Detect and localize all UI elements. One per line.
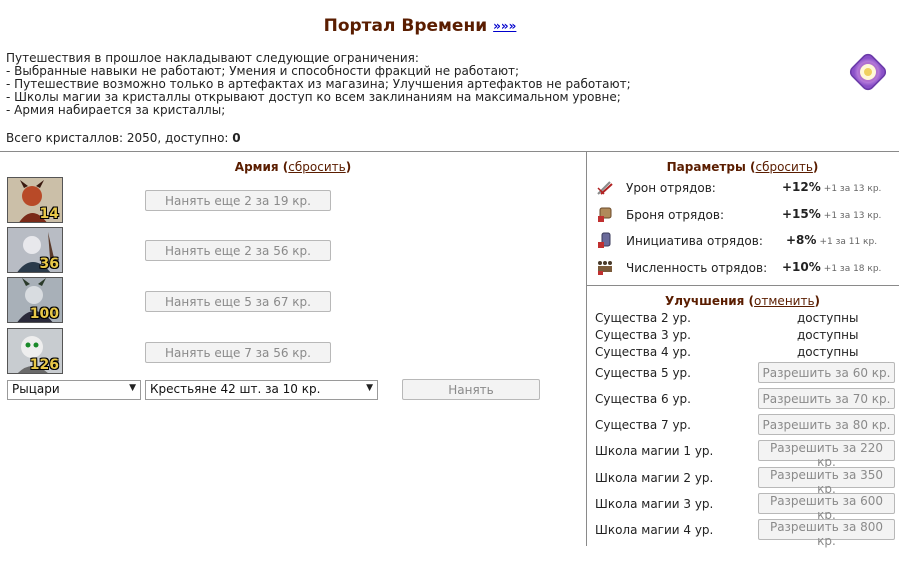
param-value: +8% +1 за 11 кр. xyxy=(786,233,877,247)
param-value-text: +8% xyxy=(786,233,817,247)
upgrade-label: Школа магии 2 ур. xyxy=(595,471,714,485)
upgrade-status: доступны xyxy=(797,328,859,342)
hire-more-button[interactable]: Нанять еще 2 за 19 кр. xyxy=(145,190,331,211)
param-value: +10% +1 за 18 кр. xyxy=(782,260,881,274)
faction-select-value: Рыцари xyxy=(12,382,60,396)
unit-portrait: 126 xyxy=(7,328,63,374)
unlock-button[interactable]: Разрешить за 70 кр. xyxy=(758,388,895,409)
army-reset-link[interactable]: сбросить xyxy=(288,160,345,174)
param-value: +15% +1 за 13 кр. xyxy=(782,207,881,221)
upgrade-label: Школа магии 1 ур. xyxy=(595,444,714,458)
unit-level: 14 xyxy=(39,206,59,222)
armor-icon xyxy=(598,207,612,222)
param-value-text: +12% xyxy=(782,180,821,194)
intro-text: Путешествия в прошлое накладывают следую… xyxy=(6,52,631,117)
army-title: Армия (сбросить) xyxy=(234,160,352,174)
params-title: Параметры (сбросить) xyxy=(666,160,819,174)
hire-more-button[interactable]: Нанять еще 5 за 67 кр. xyxy=(145,291,331,312)
count-icon xyxy=(598,261,612,275)
divider xyxy=(586,151,587,546)
upgrade-label: Существа 7 ур. xyxy=(595,418,691,432)
upgrade-label: Существа 5 ур. xyxy=(595,366,691,380)
upgrade-label: Школа магии 4 ур. xyxy=(595,523,714,537)
upgrades-cancel-link[interactable]: отменить xyxy=(754,294,814,308)
divider xyxy=(586,285,899,286)
title-link[interactable]: »»» xyxy=(493,19,516,33)
creature-select[interactable]: Крестьяне 42 шт. за 10 кр. ▼ xyxy=(145,380,378,400)
unit-level: 126 xyxy=(29,357,59,373)
unit-portrait: 36 xyxy=(7,227,63,273)
param-note: +1 за 18 кр. xyxy=(823,264,882,274)
crystals-summary: Всего кристаллов: 2050, доступно: 0 xyxy=(6,131,241,145)
unlock-button[interactable]: Разрешить за 350 кр. xyxy=(758,467,895,496)
upgrades-title: Улучшения (отменить) xyxy=(664,294,821,308)
portal-icon xyxy=(849,53,887,91)
upgrades-title-text: Улучшения xyxy=(664,294,745,308)
param-value-text: +10% xyxy=(782,260,821,274)
intro-line: - Армия набирается за кристаллы; xyxy=(6,103,226,117)
army-title-text: Армия xyxy=(234,160,279,174)
unlock-button[interactable]: Разрешить за 60 кр. xyxy=(758,362,895,383)
unit-level: 36 xyxy=(39,256,59,272)
unlock-button[interactable]: Разрешить за 80 кр. xyxy=(758,414,895,435)
upgrade-label: Существа 3 ур. xyxy=(595,328,691,342)
param-value-text: +15% xyxy=(782,207,821,221)
unit-level: 100 xyxy=(29,306,59,322)
param-label: Броня отрядов: xyxy=(626,208,724,222)
damage-icon xyxy=(597,181,613,195)
params-reset-link[interactable]: сбросить xyxy=(755,160,812,174)
upgrade-label: Существа 6 ур. xyxy=(595,392,691,406)
param-note: +1 за 11 кр. xyxy=(819,237,878,247)
initiative-icon xyxy=(598,232,611,248)
params-title-text: Параметры xyxy=(666,160,746,174)
chevron-down-icon: ▼ xyxy=(129,383,136,393)
upgrade-label: Существа 2 ур. xyxy=(595,311,691,325)
upgrade-label: Существа 4 ур. xyxy=(595,345,691,359)
hire-more-button[interactable]: Нанять еще 7 за 56 кр. xyxy=(145,342,331,363)
unlock-button[interactable]: Разрешить за 220 кр. xyxy=(758,440,895,469)
param-note: +1 за 13 кр. xyxy=(823,184,882,194)
unlock-button[interactable]: Разрешить за 600 кр. xyxy=(758,493,895,522)
hire-button[interactable]: Нанять xyxy=(402,379,540,400)
param-label: Инициатива отрядов: xyxy=(626,234,763,248)
page-title-text: Портал Времени xyxy=(323,16,488,36)
creature-select-value: Крестьяне 42 шт. за 10 кр. xyxy=(150,382,321,396)
crystals-text: Всего кристаллов: 2050, доступно: xyxy=(6,131,233,145)
divider xyxy=(0,151,899,152)
unlock-button[interactable]: Разрешить за 800 кр. xyxy=(758,519,895,548)
unit-portrait: 14 xyxy=(7,177,63,223)
upgrade-status: доступны xyxy=(797,345,859,359)
page-title: Портал Времени »»» xyxy=(0,16,840,36)
faction-select[interactable]: Рыцари ▼ xyxy=(7,380,141,400)
crystals-available: 0 xyxy=(232,131,241,145)
param-note: +1 за 13 кр. xyxy=(823,211,882,221)
unit-portrait: 100 xyxy=(7,277,63,323)
param-label: Урон отрядов: xyxy=(626,181,716,195)
hire-more-button[interactable]: Нанять еще 2 за 56 кр. xyxy=(145,240,331,261)
param-label: Численность отрядов: xyxy=(626,261,768,275)
param-value: +12% +1 за 13 кр. xyxy=(782,180,881,194)
upgrade-status: доступны xyxy=(797,311,859,325)
chevron-down-icon: ▼ xyxy=(366,383,373,393)
upgrade-label: Школа магии 3 ур. xyxy=(595,497,714,511)
